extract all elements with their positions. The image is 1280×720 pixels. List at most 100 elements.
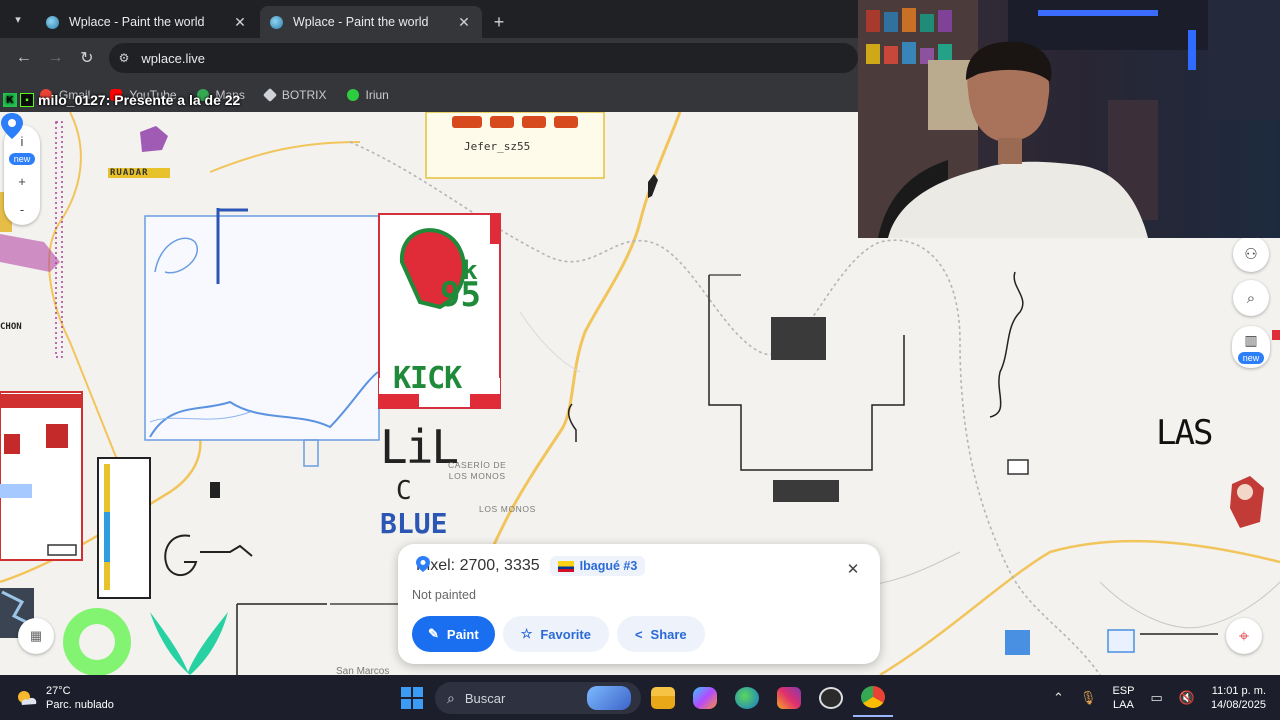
pixel-coordinates: Pixel: 2700, 3335 <box>416 557 540 574</box>
new-tab-button[interactable]: + <box>484 6 514 38</box>
plus-icon: + <box>493 11 505 32</box>
time: 11:01 p. m. <box>1211 684 1266 697</box>
lang-layout: LAA <box>1113 698 1134 711</box>
blue-frame-art <box>144 215 380 441</box>
favorite-label: Favorite <box>540 626 591 642</box>
favorite-button[interactable]: ☆ Favorite <box>502 616 609 652</box>
reload-button[interactable]: ↻ <box>71 42 103 74</box>
new-badge: new <box>8 153 36 165</box>
share-icon: < <box>634 626 643 642</box>
region-label: Ibagué #3 <box>579 559 638 573</box>
people-icon: ⚇ <box>1244 246 1258 263</box>
tab-2[interactable]: Wplace - Paint the world ✕ <box>260 6 482 38</box>
taskbar-search[interactable]: ⌕ Buscar <box>435 682 641 714</box>
chevron-down-icon: ▾ <box>15 13 21 26</box>
chrome-app[interactable] <box>853 679 893 717</box>
windows-start-icon[interactable] <box>401 687 423 709</box>
subscriber-badge-icon: ▪ <box>20 93 34 107</box>
clock[interactable]: 11:01 p. m. 14/08/2025 <box>1211 684 1266 712</box>
bookmark-label: Iriun <box>365 88 389 102</box>
paint-label: Paint <box>446 626 479 642</box>
reload-icon: ↻ <box>80 50 94 67</box>
kick-text: KICK <box>393 361 462 396</box>
taskbar-apps: ⌕ Buscar <box>395 679 893 717</box>
las-text: LAS <box>1156 413 1213 453</box>
los-monos-label: LOS MONOS <box>479 504 536 514</box>
stats-button[interactable]: ▥ new <box>1232 326 1270 368</box>
speaker-muted-icon[interactable]: 🔇 <box>1179 690 1195 706</box>
explore-button[interactable]: ⌕ <box>1233 280 1269 316</box>
address-bar[interactable]: ⚙ wplace.live <box>108 43 858 73</box>
jefer-text: Jefer_sz55 <box>464 140 531 153</box>
zoom-out-button[interactable]: - <box>20 199 24 219</box>
crosshair-icon: ⌖ <box>1238 625 1250 646</box>
microphone-icon[interactable]: 🎙 <box>1080 690 1097 706</box>
share-button[interactable]: < Share <box>616 616 705 652</box>
tab-close-icon[interactable]: ✕ <box>232 14 248 31</box>
arrow-left-icon: ← <box>15 49 32 66</box>
network-icon[interactable]: ▭ <box>1150 690 1162 706</box>
paint-button[interactable]: ✎ Paint <box>412 616 495 652</box>
lil-text: LiL <box>380 420 459 474</box>
dk-letter-text: k <box>462 256 478 286</box>
new-badge-right: new <box>1237 352 1265 364</box>
chrome-icon <box>861 686 885 708</box>
chon-text: CHON <box>0 322 22 332</box>
pixel-header: Pixel: 2700, 3335 Ibagué #3 <box>416 556 646 576</box>
tab-search-button[interactable]: ▾ <box>0 0 36 38</box>
blue-text: BLUE <box>380 507 448 540</box>
date: 14/08/2025 <box>1210 698 1266 711</box>
language-indicator[interactable]: ESP LAA <box>1112 684 1134 712</box>
bookmark-label: BOTRIX <box>281 88 327 102</box>
outline-art <box>708 275 905 471</box>
grid-icon: ▦ <box>29 628 43 643</box>
site-info-icon[interactable]: ⚙ <box>119 51 130 65</box>
palette-button[interactable]: ▦ <box>18 618 54 654</box>
edge-icon <box>735 687 759 709</box>
bookmark-botrix[interactable]: BOTRIX <box>262 87 327 103</box>
caserio-label: CASERÍO DE LOS MONOS <box>448 460 507 481</box>
webcam-overlay <box>858 0 1280 238</box>
instagram-app[interactable] <box>769 679 809 717</box>
leaderboard-button[interactable]: ⚇ <box>1233 236 1269 272</box>
weather-desc: Parc. nublado <box>46 698 114 711</box>
search-globe-icon: ⌕ <box>1246 289 1256 307</box>
edge-app[interactable] <box>727 679 767 717</box>
kick-badge-icon: K <box>3 93 17 107</box>
region-chip[interactable]: Ibagué #3 <box>549 556 646 576</box>
close-icon: ✕ <box>846 561 860 578</box>
left-frame-art <box>0 391 83 561</box>
tab-strip: ▾ Wplace - Paint the world ✕ Wplace - Pa… <box>0 0 858 38</box>
arrow-right-icon: → <box>47 49 64 66</box>
pixel-status: Not painted <box>412 588 476 602</box>
obs-app[interactable] <box>811 679 851 717</box>
back-button[interactable]: ← <box>8 42 40 74</box>
weather-widget[interactable]: 27°C Parc. nublado <box>14 675 114 720</box>
ruadar-text: RUADAR <box>110 168 149 178</box>
search-icon: ⌕ <box>447 689 455 706</box>
webcam-feed-image <box>858 0 1280 238</box>
pixel-actions: ✎ Paint ☆ Favorite < Share <box>412 616 713 652</box>
close-button[interactable]: ✕ <box>842 558 864 580</box>
brush-icon: ✎ <box>428 626 439 641</box>
chevron-up-icon[interactable]: ⌃ <box>1053 690 1064 706</box>
search-highlight-icon <box>587 686 631 710</box>
chat-message: : Presente a la de 22 <box>105 92 241 108</box>
instagram-icon <box>777 687 801 709</box>
right-control-group: ⚇ <box>1232 236 1270 272</box>
url-text: wplace.live <box>141 50 205 66</box>
share-label: Share <box>650 626 687 642</box>
bookmark-iriun[interactable]: Iriun <box>346 88 389 102</box>
forward-button[interactable]: → <box>40 42 72 74</box>
system-tray: ⌃ 🎙 ESP LAA ▭ 🔇 11:01 p. m. 14/08/2025 <box>1045 675 1280 720</box>
copilot-app[interactable] <box>685 679 725 717</box>
star-icon: ☆ <box>520 626 533 641</box>
san-marcos-label: San Marcos <box>336 666 390 675</box>
locate-button[interactable]: ⌖ <box>1226 618 1262 654</box>
tab-1[interactable]: Wplace - Paint the world ✕ <box>36 6 258 38</box>
zoom-in-button[interactable]: + <box>18 171 26 191</box>
location-pin-icon[interactable] <box>0 112 24 140</box>
tab-close-icon[interactable]: ✕ <box>456 14 472 31</box>
file-explorer-app[interactable] <box>643 679 683 717</box>
tab-title: Wplace - Paint the world <box>293 15 429 29</box>
